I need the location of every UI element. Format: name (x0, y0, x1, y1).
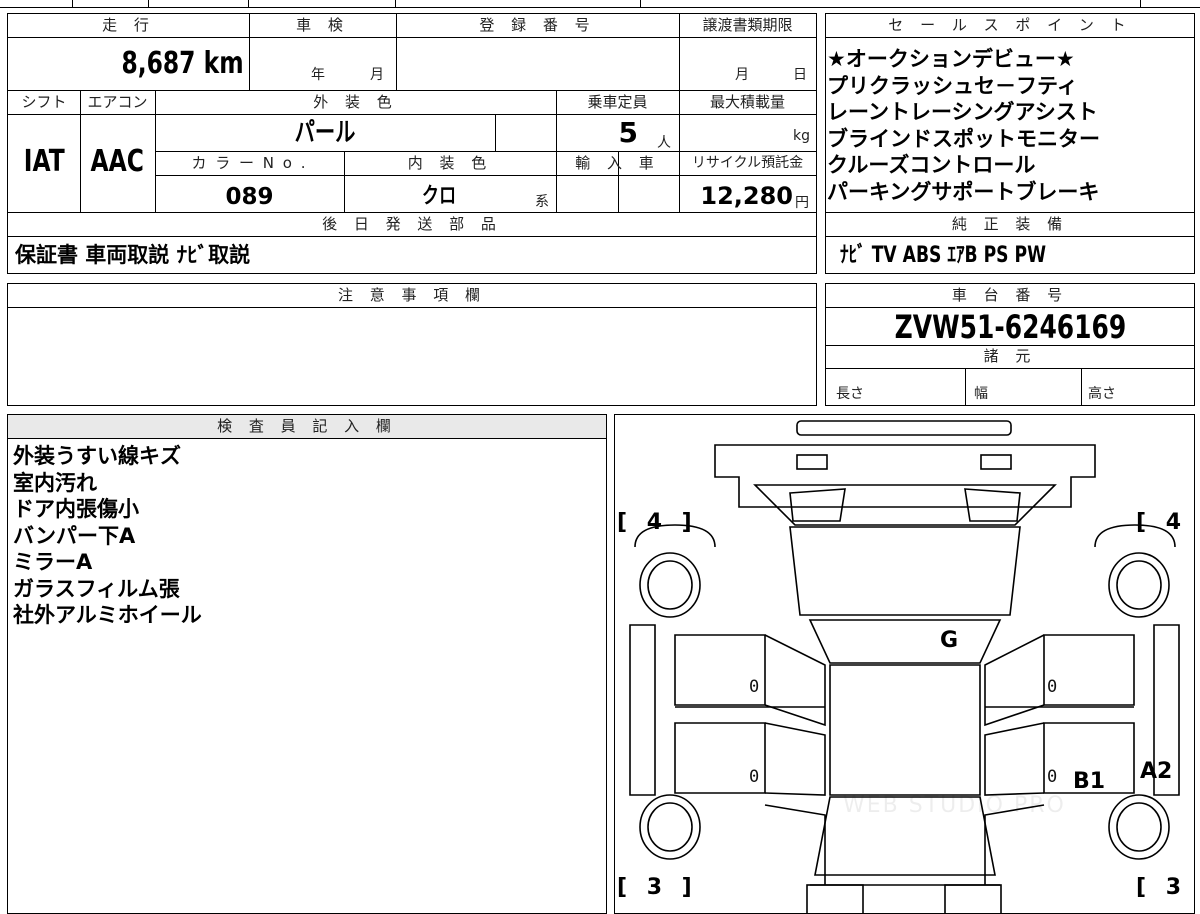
interior-color-header: 内 装 色 (407, 154, 493, 172)
height-label: 高さ (1088, 386, 1116, 402)
sales-points-list: ★オークションデビュー★ プリクラッシュセ－フティ レーントレーシングアシスト … (827, 46, 1193, 205)
inspector-note: 社外アルミホイール (13, 603, 202, 627)
inspector-note: 外装うすい線キズ (13, 444, 181, 468)
inspection-header: 車 検 (296, 16, 349, 34)
door-mark-front-right: 0 (1047, 677, 1058, 697)
inspector-note: ガラスフィルム張 (13, 576, 180, 601)
damage-mark-rear-fender-right: A2 (1140, 759, 1173, 784)
later-parts-value: 保証書 車両取説 ﾅﾋﾞ取説 (15, 243, 251, 267)
registration-header: 登 録 番 号 (479, 16, 596, 34)
max-load-header: 最大積載量 (709, 93, 785, 111)
color-no-value: 089 (225, 184, 274, 210)
transfer-day-unit: 日 (793, 67, 807, 83)
recycle-unit: 円 (795, 195, 809, 211)
chassis-box: 車 台 番 号 ZVW51-6246169 諸 元 長さ 幅 高さ (825, 283, 1195, 406)
capacity-header: 乗車定員 (587, 93, 648, 111)
recycle-header: リサイクル預託金 (691, 155, 804, 171)
inspector-box: 検 査 員 記 入 欄 外装うすい線キズ 室内汚れ ドア内張傷小 バンパー下A … (7, 414, 607, 914)
sales-point-item: レーントレーシングアシスト (827, 100, 1098, 124)
damage-mark-rear-door-right: B1 (1073, 769, 1106, 794)
notes-box: 注 意 事 項 欄 (7, 283, 817, 406)
recycle-value: 12,280 (700, 182, 793, 210)
sales-point-item: プリクラッシュセ－フティ (827, 73, 1078, 98)
color-no-header: カ ラ ー N o . (191, 154, 308, 172)
car-diagram: [ 4 ] [ 4 ] [ 3 ] [ 3 ] G B1 A2 0 0 0 0 … (614, 414, 1200, 914)
inspector-header: 検 査 員 記 入 欄 (217, 417, 397, 435)
sales-point-item: パーキングサポートブレーキ (827, 179, 1100, 204)
tire-rear-left: [ 3 ] (617, 875, 698, 900)
sales-point-item: ブラインドスポットモニター (827, 126, 1100, 151)
mileage-header: 走 行 (102, 16, 155, 34)
import-header: 輸 入 車 (575, 154, 660, 172)
sales-point-item: ★オークションデビュー★ (827, 47, 1075, 71)
ac-value: AAC (90, 144, 145, 179)
notes-header: 注 意 事 項 欄 (337, 286, 487, 304)
interior-color-value: クロ (421, 184, 457, 209)
transfer-deadline-header: 譲渡書類期限 (702, 16, 793, 34)
ac-header: エアコン (87, 93, 148, 111)
damage-mark-roof: G (940, 628, 959, 653)
capacity-unit: 人 (657, 135, 671, 151)
genuine-equipment-value: ﾅﾋﾞ TV ABS ｴｱB PS PW (840, 243, 1047, 268)
interior-color-suffix: 系 (535, 194, 549, 210)
inspection-year-unit: 年 (311, 67, 325, 83)
sales-point-item: クルーズコントロール (827, 153, 1036, 177)
inspector-notes-list: 外装うすい線キズ 室内汚れ ドア内張傷小 バンパー下A ミラーA ガラスフィルム… (13, 443, 202, 629)
capacity-value: 5 (618, 116, 638, 149)
spec-table: 走 行 車 検 登 録 番 号 譲渡書類期限 8,687 km 年 月 月 日 … (7, 13, 817, 274)
sales-points-header: セ ー ル ス ポ イ ン ト (888, 16, 1132, 34)
mileage-value: 8,687 km (121, 46, 244, 81)
inspector-note: ミラーA (13, 550, 93, 574)
chassis-number: ZVW51-6246169 (894, 308, 1126, 346)
tire-front-right: [ 4 ] (1136, 510, 1200, 535)
top-cut-strip (0, 0, 1200, 8)
tire-front-left: [ 4 ] (617, 510, 698, 535)
door-mark-rear-left: 0 (749, 767, 760, 787)
watermark: WEB STUDIO PRO (843, 793, 1066, 818)
door-mark-rear-right: 0 (1047, 767, 1058, 787)
inspector-note: ドア内張傷小 (13, 497, 139, 521)
shift-header: シフト (21, 93, 67, 111)
inspector-note: 室内汚れ (13, 470, 97, 495)
shift-value: IAT (23, 144, 65, 179)
length-label: 長さ (836, 386, 864, 402)
specs-header: 諸 元 (983, 347, 1037, 365)
tire-rear-right: [ 3 ] (1136, 875, 1200, 900)
width-label: 幅 (974, 386, 988, 402)
inspector-note: バンパー下A (13, 523, 136, 548)
car-outline (629, 420, 1180, 913)
later-parts-header: 後 日 発 送 部 品 (322, 215, 502, 233)
max-load-unit: kg (793, 128, 810, 144)
inspection-month-unit: 月 (370, 67, 384, 83)
sales-points-box: セ ー ル ス ポ イ ン ト ★オークションデビュー★ プリクラッシュセ－フテ… (825, 13, 1195, 274)
chassis-header: 車 台 番 号 (951, 286, 1069, 304)
genuine-equipment-header: 純 正 装 備 (951, 215, 1069, 233)
exterior-color-header: 外 装 色 (313, 93, 398, 111)
transfer-month-unit: 月 (735, 67, 749, 83)
exterior-color-value: パール (294, 118, 356, 148)
door-mark-front-left: 0 (749, 677, 760, 697)
